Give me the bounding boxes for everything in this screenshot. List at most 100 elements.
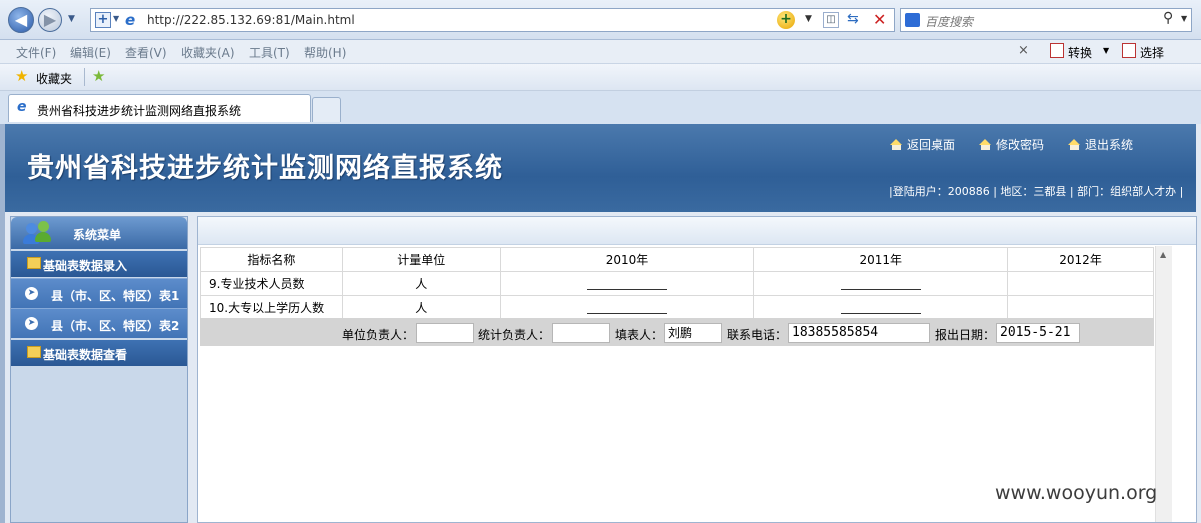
- value-2011-input[interactable]: [753, 271, 1009, 296]
- sidebar-section-data-view[interactable]: 基础表数据查看: [11, 340, 187, 366]
- filler-label: 填表人：: [615, 328, 664, 342]
- sidebar-header: 系统菜单: [11, 217, 187, 249]
- data-table: 指标名称 计量单位 2010年 2011年 2012年 9.专业技术人员数 人 …: [200, 247, 1154, 320]
- addon-dropdown-icon[interactable]: ▼: [805, 14, 812, 24]
- ie-page-icon: e: [125, 11, 136, 29]
- phone-label: 联系电话：: [727, 328, 788, 342]
- value-2010-input[interactable]: [499, 271, 755, 296]
- url-dropdown-icon[interactable]: ▼: [113, 14, 119, 23]
- tab-main[interactable]: e 贵州省科技进步统计监测网络直报系统: [8, 94, 311, 122]
- col-unit: 计量单位: [341, 247, 501, 272]
- signature-row: 单位负责人： 统计负责人： 填表人： 刘鹏 联系电话： 18385585854 …: [200, 318, 1154, 346]
- url-field[interactable]: + ▼ e http://222.85.132.69:81/Main.html …: [90, 8, 895, 32]
- table-row: 9.专业技术人员数 人: [200, 271, 1154, 296]
- user-info: |登陆用户：200886 | 地区：三都县 | 部门：组织部人才办 |: [889, 185, 1184, 198]
- unit-head-input[interactable]: [416, 323, 474, 343]
- section-label: 基础表数据录入: [43, 259, 128, 273]
- add-favorite-icon[interactable]: ★: [92, 67, 105, 85]
- value-2010-input[interactable]: [499, 295, 755, 320]
- home-icon: [1068, 139, 1081, 150]
- row-name: 9.专业技术人员数: [200, 271, 343, 296]
- value-2011-input[interactable]: [753, 295, 1009, 320]
- menu-file[interactable]: 文件(F): [16, 44, 56, 61]
- back-to-desktop-link[interactable]: 返回桌面: [890, 136, 955, 153]
- menu-favorites[interactable]: 收藏夹(A): [181, 44, 235, 61]
- new-tab-button[interactable]: [312, 97, 341, 122]
- forward-icon[interactable]: ▶: [38, 8, 62, 32]
- baidu-icon: [905, 13, 920, 27]
- table-row: 10.大专以上学历人数 人: [200, 295, 1154, 320]
- watermark: www.wooyun.org: [995, 482, 1158, 504]
- sidebar-title: 系统菜单: [73, 228, 122, 242]
- folder-icon: [27, 346, 41, 358]
- date-label: 报出日期：: [935, 328, 996, 342]
- back-to-desktop-label: 返回桌面: [907, 138, 956, 152]
- ie-tab-icon: e: [17, 99, 27, 115]
- compatibility-icon[interactable]: ◫: [823, 12, 839, 28]
- vertical-scrollbar[interactable]: ▲: [1155, 246, 1172, 522]
- value-2012-cell: [1007, 271, 1154, 296]
- arrow-right-icon: ➤: [25, 287, 38, 300]
- history-dropdown-icon[interactable]: ▼: [68, 14, 75, 24]
- row-name: 10.大专以上学历人数: [200, 295, 343, 320]
- select-icon: [1122, 43, 1136, 58]
- sidebar-section-data-entry[interactable]: 基础表数据录入: [11, 251, 187, 277]
- folder-icon: [27, 257, 41, 269]
- menu-tools[interactable]: 工具(T): [249, 44, 290, 61]
- stop-icon[interactable]: ✕: [873, 10, 886, 29]
- home-icon: [890, 139, 903, 150]
- search-icon[interactable]: ⚲: [1163, 10, 1173, 26]
- phone-input[interactable]: 18385585854: [788, 323, 930, 343]
- menu-help[interactable]: 帮助(H): [304, 44, 346, 61]
- back-icon[interactable]: ◀: [8, 7, 34, 33]
- users-icon: [23, 221, 51, 245]
- close-icon[interactable]: ×: [1018, 43, 1029, 58]
- change-password-label: 修改密码: [996, 138, 1045, 152]
- menu-view[interactable]: 查看(V): [125, 44, 167, 61]
- select-button[interactable]: 选择: [1140, 44, 1164, 61]
- menu-edit[interactable]: 编辑(E): [70, 44, 111, 61]
- home-icon: [979, 139, 992, 150]
- change-password-link[interactable]: 修改密码: [979, 136, 1044, 153]
- favorites-bar: ★ 收藏夹 ★: [0, 64, 1201, 91]
- refresh-icon[interactable]: ⇆: [847, 11, 859, 27]
- row-unit: 人: [341, 271, 501, 296]
- row-unit: 人: [341, 295, 501, 320]
- search-input[interactable]: 百度搜索 ⚲ ▼: [900, 8, 1192, 32]
- pdf-convert-icon: [1050, 43, 1064, 58]
- col-2012: 2012年: [1007, 247, 1154, 272]
- favorites-star-icon: ★: [15, 67, 29, 85]
- sidebar-item-table2[interactable]: ➤ 县（市、区、特区）表2: [11, 308, 187, 338]
- main-panel: 指标名称 计量单位 2010年 2011年 2012年 9.专业技术人员数 人 …: [197, 216, 1197, 523]
- addon-icon[interactable]: +: [777, 11, 795, 29]
- unit-head-label: 单位负责人：: [342, 328, 415, 342]
- logout-link[interactable]: 退出系统: [1068, 136, 1133, 153]
- value-2012-cell: [1007, 295, 1154, 320]
- scroll-up-icon[interactable]: ▲: [1160, 250, 1166, 259]
- sidebar: 系统菜单 基础表数据录入 ➤ 县（市、区、特区）表1 ➤ 县（市、区、特区）表2…: [10, 216, 188, 523]
- compat-view-icon[interactable]: +: [95, 12, 111, 28]
- table-header-row: 指标名称 计量单位 2010年 2011年 2012年: [200, 247, 1154, 272]
- convert-button[interactable]: 转换: [1068, 44, 1092, 61]
- favorites-button[interactable]: 收藏夹: [36, 70, 72, 87]
- main-panel-header: [198, 217, 1196, 245]
- toolbar-divider: [84, 68, 85, 86]
- url-text[interactable]: http://222.85.132.69:81/Main.html: [147, 13, 355, 27]
- tab-bar: e 贵州省科技进步统计监测网络直报系统: [0, 91, 1201, 124]
- search-dropdown-icon[interactable]: ▼: [1181, 14, 1187, 23]
- col-2010: 2010年: [499, 247, 755, 272]
- stat-head-label: 统计负责人：: [478, 328, 551, 342]
- sidebar-item-label: 县（市、区、特区）表1: [51, 289, 180, 303]
- search-placeholder: 百度搜索: [925, 15, 974, 29]
- site-title: 贵州省科技进步统计监测网络直报系统: [27, 153, 503, 184]
- sidebar-item-table1[interactable]: ➤ 县（市、区、特区）表1: [11, 278, 187, 308]
- stat-head-input[interactable]: [552, 323, 610, 343]
- col-indicator: 指标名称: [200, 247, 343, 272]
- date-input[interactable]: 2015-5-21: [996, 323, 1080, 343]
- menu-bar: 文件(F) 编辑(E) 查看(V) 收藏夹(A) 工具(T) 帮助(H) × 转…: [0, 40, 1201, 64]
- convert-dropdown-icon[interactable]: ▼: [1103, 46, 1109, 55]
- arrow-right-icon: ➤: [25, 317, 38, 330]
- filler-input[interactable]: 刘鹏: [664, 323, 722, 343]
- site-header: 贵州省科技进步统计监测网络直报系统 返回桌面 修改密码 退出系统 |登陆用户：2…: [5, 124, 1196, 212]
- logout-label: 退出系统: [1085, 138, 1134, 152]
